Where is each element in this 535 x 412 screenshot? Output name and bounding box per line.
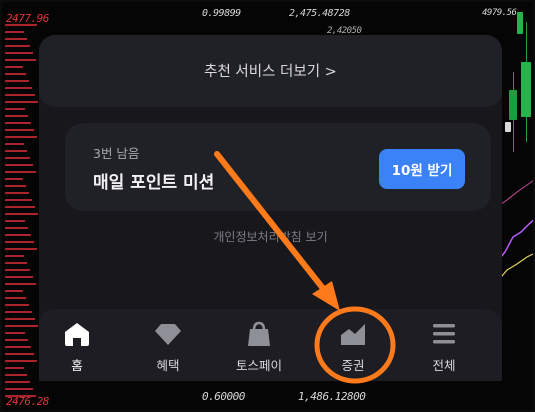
order-book-streak [4, 311, 33, 313]
order-book-streak [4, 241, 35, 243]
tab-benefits-label: 혜택 [156, 358, 180, 373]
shopping-bag-icon [244, 321, 274, 347]
order-book-streak [4, 290, 24, 292]
menu-icon [429, 321, 459, 347]
order-book-streak [4, 136, 38, 138]
order-book-streak [4, 304, 30, 306]
order-book-streak [4, 31, 25, 33]
tab-tosspay[interactable]: 토스페이 [224, 321, 294, 377]
mission-remaining-count: 3번 남음 [93, 146, 140, 161]
price-top-1: 0.99899 [202, 8, 241, 19]
tab-benefits[interactable]: 혜택 [133, 321, 203, 377]
order-book-streak [4, 367, 25, 369]
order-book-streak [4, 45, 31, 47]
tab-home[interactable]: 홈 [42, 321, 112, 377]
order-book-streak [4, 143, 25, 145]
order-book-red-column [4, 2, 39, 410]
order-book-streak [4, 115, 29, 117]
order-book-streak [4, 150, 28, 152]
order-book-streak [4, 171, 37, 173]
order-book-streak [4, 157, 31, 159]
order-book-streak [4, 234, 32, 236]
tab-securities[interactable]: 증권 [318, 321, 388, 377]
order-book-streak [4, 381, 31, 383]
price-top-left: 2477.96 [6, 12, 49, 25]
order-book-streak [4, 318, 36, 320]
tab-all[interactable]: 전체 [409, 321, 479, 377]
order-book-streak [4, 101, 39, 103]
receive-reward-button[interactable]: 10원 받기 [379, 149, 465, 189]
home-icon [62, 321, 92, 347]
order-book-streak [4, 220, 26, 222]
order-book-streak [4, 38, 28, 40]
order-book-streak [4, 353, 35, 355]
tab-tosspay-label: 토스페이 [235, 358, 282, 373]
order-book-streak [4, 213, 39, 215]
order-book-streak [4, 52, 34, 54]
order-book-streak [4, 227, 29, 229]
order-book-streak [4, 269, 31, 271]
price-line-chart [497, 180, 533, 283]
price-top-2: 2,475.48728 [289, 8, 350, 19]
price-bottom-left: 2476.28 [6, 395, 49, 408]
order-book-streak [4, 192, 30, 194]
order-book-streak [4, 255, 25, 257]
order-book-streak [4, 262, 28, 264]
order-book-streak [4, 122, 32, 124]
order-book-streak [4, 360, 38, 362]
more-services-link[interactable]: 추천 서비스 더보기 > [39, 60, 502, 81]
daily-point-mission-card[interactable]: 3번 남음 매일 포인트 미션 10원 받기 [65, 123, 491, 211]
mission-title: 매일 포인트 미션 [93, 173, 215, 193]
order-book-streak [4, 297, 27, 299]
privacy-policy-link[interactable]: 개인정보처리방침 보기 [39, 228, 502, 245]
order-book-streak [4, 87, 33, 89]
order-book-streak [4, 129, 35, 131]
price-bottom-1: 0.60000 [202, 390, 245, 403]
order-book-streak [4, 185, 27, 187]
order-book-streak [4, 283, 37, 285]
order-book-streak [4, 248, 38, 250]
order-book-streak [4, 276, 34, 278]
bottom-tab-bar: 홈 혜택 토스페이 증권 전체 [39, 309, 502, 381]
tab-home-label: 홈 [71, 358, 83, 373]
tab-securities-label: 증권 [341, 358, 365, 373]
order-book-streak [4, 80, 30, 82]
order-book-streak [4, 94, 36, 96]
order-book-streak [4, 178, 24, 180]
order-book-streak [4, 325, 39, 327]
order-book-streak [4, 374, 28, 376]
order-book-streak [4, 339, 29, 341]
order-book-streak [4, 388, 34, 390]
order-book-streak [4, 66, 24, 68]
order-book-streak [4, 73, 27, 75]
price-bottom-2: 1,486.12800 [298, 390, 366, 403]
order-book-streak [4, 59, 37, 61]
screenshot-frame: 2477.96 0.99899 2,475.48728 4979.56 2,42… [0, 0, 535, 412]
diamond-icon [153, 321, 183, 347]
app-screen: 추천 서비스 더보기 > 3번 남음 매일 포인트 미션 10원 받기 개인정보… [39, 35, 502, 381]
tab-all-label: 전체 [432, 358, 456, 373]
order-book-streak [4, 164, 34, 166]
chart-icon [338, 321, 368, 347]
order-book-streak [4, 108, 26, 110]
more-services-card[interactable]: 추천 서비스 더보기 > [39, 35, 502, 107]
order-book-streak [4, 332, 26, 334]
order-book-streak [4, 206, 36, 208]
order-book-streak [4, 346, 32, 348]
order-book-streak [4, 199, 33, 201]
